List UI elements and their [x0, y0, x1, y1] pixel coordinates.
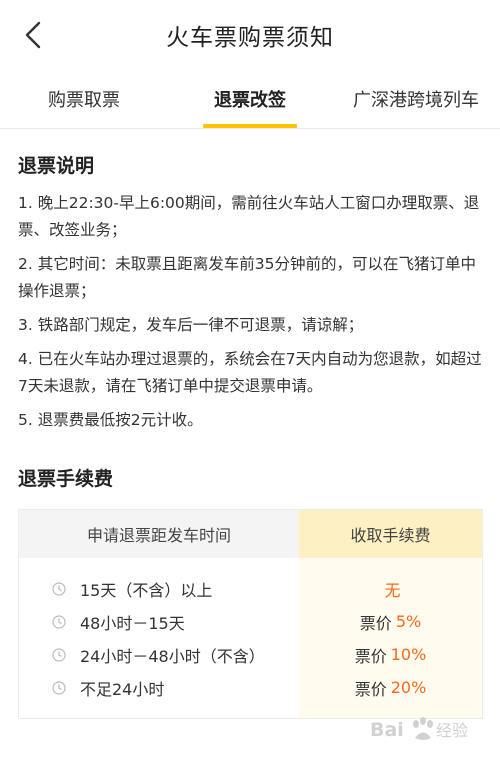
fee-table-body: 15天（不含）以上 48小时－15天 24小时－48小时（不含） 不足24小时 …: [19, 558, 482, 718]
fee-column: 无 票价 5% 票价 10% 票价 20%: [299, 558, 482, 718]
fee-table-header: 申请退票距发车时间 收取手续费: [19, 510, 482, 558]
time-column: 15天（不含）以上 48小时－15天 24小时－48小时（不含） 不足24小时: [19, 558, 299, 718]
time-label: 48小时－15天: [80, 613, 185, 633]
time-label: 不足24小时: [80, 679, 165, 699]
fee-label: 票价: [354, 646, 387, 666]
back-button[interactable]: [18, 20, 48, 50]
svg-text:经验: 经验: [436, 721, 468, 740]
clock-icon: [52, 680, 66, 695]
clock-icon: [52, 614, 66, 629]
refund-note-1: 1. 晚上22:30-早上6:00期间，需前往火车站人工窗口办理取票、退票、改签…: [18, 194, 480, 239]
table-row-time: 15天（不含）以上: [19, 572, 299, 605]
refund-note-5: 5. 退票费最低按2元计收。: [18, 411, 203, 429]
table-row-fee: 票价 5%: [299, 605, 482, 638]
time-label: 15天（不含）以上: [80, 580, 213, 600]
table-row-time: 24小时－48小时（不含）: [19, 638, 299, 671]
fee-table-title: 退票手续费: [18, 468, 114, 490]
time-label: 24小时－48小时（不含）: [80, 646, 265, 666]
refund-note-3: 3. 铁路部门规定，发车后一律不可退票，请谅解；: [18, 316, 364, 334]
table-row-fee: 票价 20%: [299, 671, 482, 704]
baidu-jingyan-watermark: Bai 经验: [370, 714, 480, 744]
table-row-fee: 票价 10%: [299, 638, 482, 671]
tab-bar: 购票取票 退票改签 广深港跨境列车: [0, 70, 500, 129]
table-row-time: 48小时－15天: [19, 605, 299, 638]
svg-text:Bai: Bai: [370, 719, 404, 741]
clock-icon: [52, 647, 66, 662]
fee-value: 20%: [390, 678, 427, 697]
header-time: 申请退票距发车时间: [19, 510, 299, 558]
table-row-fee: 无: [299, 572, 482, 605]
fee-table: 申请退票距发车时间 收取手续费 15天（不含）以上 48小时－15天 24小时－…: [18, 509, 483, 719]
tab-cross-border[interactable]: 广深港跨境列车: [332, 70, 500, 128]
refund-notes-title: 退票说明: [18, 155, 95, 177]
table-row-time: 不足24小时: [19, 671, 299, 704]
refund-note-4: 4. 已在火车站办理过退票的，系统会在7天内自动为您退款，如超过7天未退款，请在…: [18, 350, 482, 395]
refund-note-2: 2. 其它时间：未取票且距离发车前35分钟前的，可以在飞猪订单中操作退票；: [18, 255, 476, 300]
fee-value: 5%: [395, 612, 422, 631]
tab-purchase[interactable]: 购票取票: [0, 70, 168, 128]
fee-value: 无: [384, 580, 401, 600]
main-content: 退票说明 1. 晚上22:30-早上6:00期间，需前往火车站人工窗口办理取票、…: [0, 151, 500, 719]
chevron-left-icon: [25, 21, 41, 49]
header-fee: 收取手续费: [299, 510, 482, 558]
tab-refund-change[interactable]: 退票改签: [168, 70, 332, 128]
nav-header: 火车票购票须知: [0, 0, 500, 70]
fee-label: 票价: [359, 613, 392, 633]
fee-value: 10%: [390, 645, 427, 664]
fee-label: 票价: [354, 679, 387, 699]
page-title: 火车票购票须知: [166, 25, 334, 51]
clock-icon: [52, 581, 66, 596]
